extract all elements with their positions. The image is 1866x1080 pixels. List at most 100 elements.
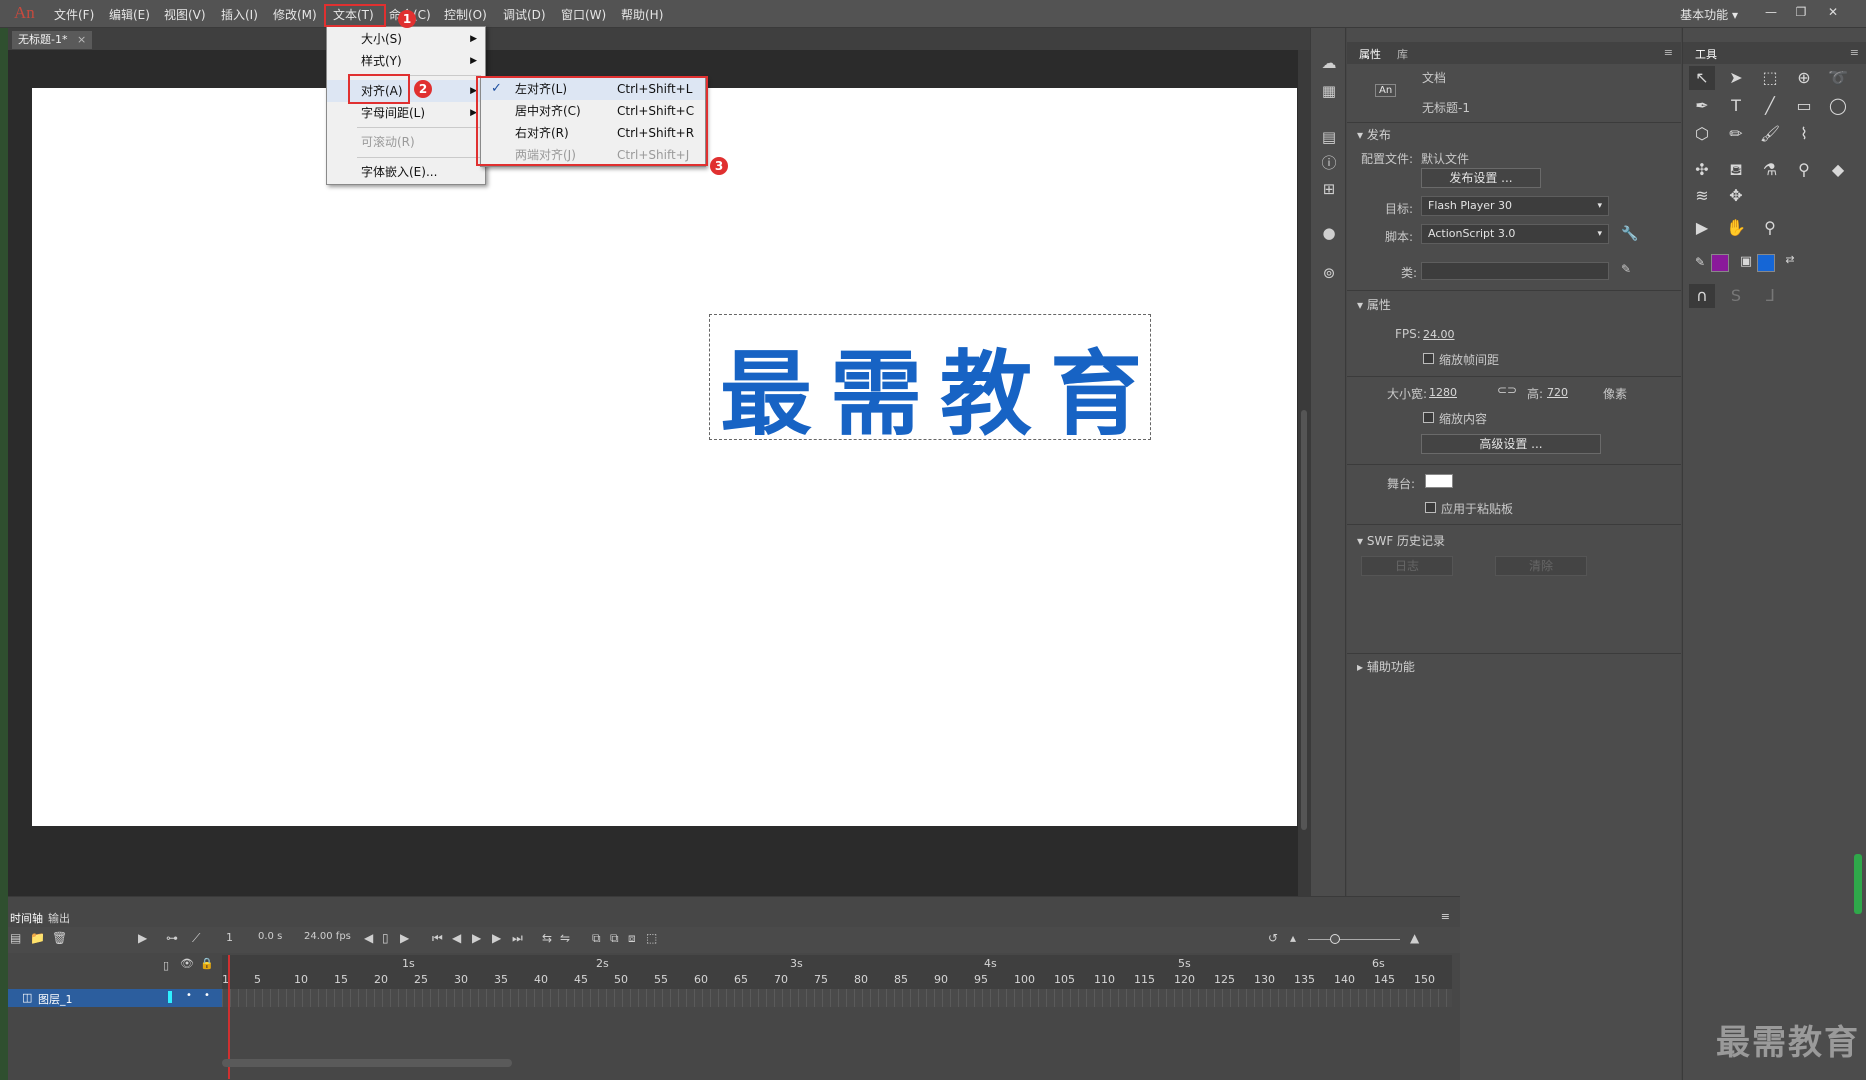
fps-value[interactable]: 24.00 <box>1423 328 1455 341</box>
paint-bucket-tool-icon[interactable]: ⛾ <box>1723 158 1749 182</box>
eraser-tool-icon[interactable]: ◆ <box>1825 158 1851 182</box>
stage-vertical-scrollbar[interactable] <box>1298 50 1310 896</box>
lock-dot[interactable]: • <box>204 990 210 1001</box>
graph-icon[interactable]: ⟋ <box>192 931 200 946</box>
lasso-tool-icon[interactable]: ➰ <box>1825 66 1851 90</box>
publish-section-header[interactable]: ▾ 发布 <box>1357 126 1391 143</box>
tab-properties[interactable]: 属性 <box>1359 46 1381 62</box>
document-tab[interactable]: 无标题-1* × <box>12 31 93 49</box>
snap-to-objects-icon[interactable]: ∩ <box>1689 284 1715 308</box>
subselection-tool-icon[interactable]: ➤ <box>1723 66 1749 90</box>
height-value[interactable]: 720 <box>1547 386 1568 399</box>
current-time[interactable]: 0.0 s <box>258 931 282 942</box>
log-button[interactable]: 日志 <box>1361 556 1453 576</box>
free-transform-tool-icon[interactable]: ⬚ <box>1757 66 1783 90</box>
menu-modify[interactable]: 修改(M) <box>273 6 317 23</box>
close-tab-icon[interactable]: × <box>77 33 86 46</box>
3d-rotation-tool-icon[interactable]: ⊕ <box>1791 66 1817 90</box>
layer-frames[interactable] <box>222 989 1452 1007</box>
panel-menu-icon[interactable]: ≡ <box>1850 46 1859 59</box>
pencil-icon[interactable]: ✎ <box>1621 262 1631 276</box>
timeline-horizontal-scrollbar[interactable] <box>222 1059 512 1067</box>
info-icon[interactable]: ⓘ <box>1319 154 1339 172</box>
line-tool-icon[interactable]: ╱ <box>1757 94 1783 118</box>
scale-frames-checkbox[interactable] <box>1423 353 1434 364</box>
frame-rate[interactable]: 24.00 fps <box>304 931 351 942</box>
step-back-icon[interactable]: ◀ <box>452 931 461 945</box>
advanced-settings-button[interactable]: 高级设置 ... <box>1421 434 1601 454</box>
next-keyframe-icon[interactable]: ▶ <box>400 931 409 945</box>
zoom-tool-icon[interactable]: ⚲ <box>1757 216 1783 240</box>
zoom-slider-track[interactable] <box>1308 939 1400 940</box>
class-input[interactable] <box>1421 262 1609 280</box>
align-panel-icon[interactable]: ▤ <box>1319 128 1339 146</box>
attributes-section-header[interactable]: ▾ 属性 <box>1357 296 1391 313</box>
menu-debug[interactable]: 调试(D) <box>503 6 546 23</box>
pencil-tool-icon[interactable]: ✏ <box>1723 122 1749 146</box>
stage[interactable] <box>32 88 1297 826</box>
onion-outline-icon[interactable]: ⧉ <box>610 931 619 946</box>
smooth-icon[interactable]: S <box>1723 284 1749 308</box>
wrench-icon[interactable]: 🔧 <box>1621 226 1638 242</box>
visibility-dot[interactable]: • <box>186 990 192 1001</box>
camera-tool-icon[interactable]: ▶ <box>1689 216 1715 240</box>
timeline-ruler[interactable]: 1s 2s 3s 4s 5s 6s 1 5 10 15 20 25 30 35 40 45 50 55… <box>222 955 1452 989</box>
layer-parenting-icon[interactable]: ⊶ <box>166 931 178 945</box>
menu-view[interactable]: 视图(V) <box>164 6 206 23</box>
layer-name[interactable]: 图层_1 <box>38 991 73 1007</box>
apply-pasteboard-checkbox[interactable] <box>1425 502 1436 513</box>
stage-text[interactable]: 最需教育 <box>720 320 1160 453</box>
width-tool-icon[interactable]: ≋ <box>1689 184 1715 208</box>
zoom-slider-thumb[interactable] <box>1330 934 1340 944</box>
asset-warp-tool-icon[interactable]: ✥ <box>1723 184 1749 208</box>
menu-item-size[interactable]: 大小(S) ▶ <box>327 28 485 50</box>
transform-icon[interactable]: ⊞ <box>1319 180 1339 198</box>
minimize-icon[interactable]: — <box>1758 2 1784 24</box>
clear-button[interactable]: 清除 <box>1495 556 1587 576</box>
eyedropper-tool-icon[interactable]: ⚲ <box>1791 158 1817 182</box>
menu-file[interactable]: 文件(F) <box>54 6 94 23</box>
stroke-color-swatch[interactable] <box>1711 254 1729 272</box>
scroll-thumb[interactable] <box>1301 410 1307 830</box>
accessibility-section-header[interactable]: ▸ 辅助功能 <box>1357 658 1415 675</box>
pen-tool-icon[interactable]: ✒ <box>1689 94 1715 118</box>
reset-zoom-icon[interactable]: ↺ <box>1268 931 1278 945</box>
modify-markers-icon[interactable]: ⬚ <box>646 931 657 945</box>
tab-library[interactable]: 库 <box>1397 46 1408 62</box>
width-value[interactable]: 1280 <box>1429 386 1457 399</box>
onion-skin-icon[interactable]: ⧉ <box>592 931 601 946</box>
selection-tool-icon[interactable]: ↖ <box>1689 66 1715 90</box>
workspace-switcher[interactable]: 基本功能 ▾ <box>1680 6 1738 23</box>
loop-icon[interactable]: ⇆ <box>542 931 552 945</box>
fill-color-swatch[interactable] <box>1757 254 1775 272</box>
last-frame-icon[interactable]: ⏭ <box>512 931 523 946</box>
current-frame[interactable]: 1 <box>226 931 233 944</box>
link-dimensions-icon[interactable]: ⊂⊃ <box>1497 383 1517 397</box>
menu-item-letter-spacing[interactable]: 字母间距(L) ▶ <box>327 102 485 124</box>
delete-layer-icon[interactable]: 🗑 <box>52 931 67 945</box>
publish-settings-button[interactable]: 发布设置 ... <box>1421 168 1541 188</box>
oval-tool-icon[interactable]: ◯ <box>1825 94 1851 118</box>
new-layer-icon[interactable]: ▤ <box>10 931 21 945</box>
scale-content-checkbox[interactable] <box>1423 412 1434 423</box>
panel-menu-icon[interactable]: ≡ <box>1664 46 1673 59</box>
camera-icon[interactable]: ▶ <box>138 931 147 945</box>
color-panel-icon[interactable]: ● <box>1319 224 1339 242</box>
tab-output[interactable]: 输出 <box>48 910 70 926</box>
hand-tool-icon[interactable]: ✋ <box>1723 216 1749 240</box>
layer-color-swatch[interactable] <box>168 991 172 1003</box>
brush-tool-icon[interactable]: ⌇ <box>1791 122 1817 146</box>
zoom-out-icon[interactable]: ▴ <box>1290 931 1296 945</box>
polystar-tool-icon[interactable]: ⬡ <box>1689 122 1715 146</box>
prev-keyframe-icon[interactable]: ◀ <box>364 931 373 945</box>
lock-icon[interactable]: 🔒 <box>200 957 214 970</box>
insert-keyframe-icon[interactable]: ▯ <box>382 931 389 945</box>
menu-item-font-embed[interactable]: 字体嵌入(E)... <box>327 161 485 183</box>
target-select[interactable]: Flash Player 30 ▾ <box>1421 196 1609 216</box>
menu-edit[interactable]: 编辑(E) <box>109 6 150 23</box>
swf-history-section-header[interactable]: ▾ SWF 历史记录 <box>1357 532 1445 549</box>
rectangle-tool-icon[interactable]: ▭ <box>1791 94 1817 118</box>
close-window-icon[interactable]: ✕ <box>1820 2 1846 24</box>
restore-icon[interactable]: ❐ <box>1788 2 1814 24</box>
menu-item-style[interactable]: 样式(Y) ▶ <box>327 50 485 72</box>
